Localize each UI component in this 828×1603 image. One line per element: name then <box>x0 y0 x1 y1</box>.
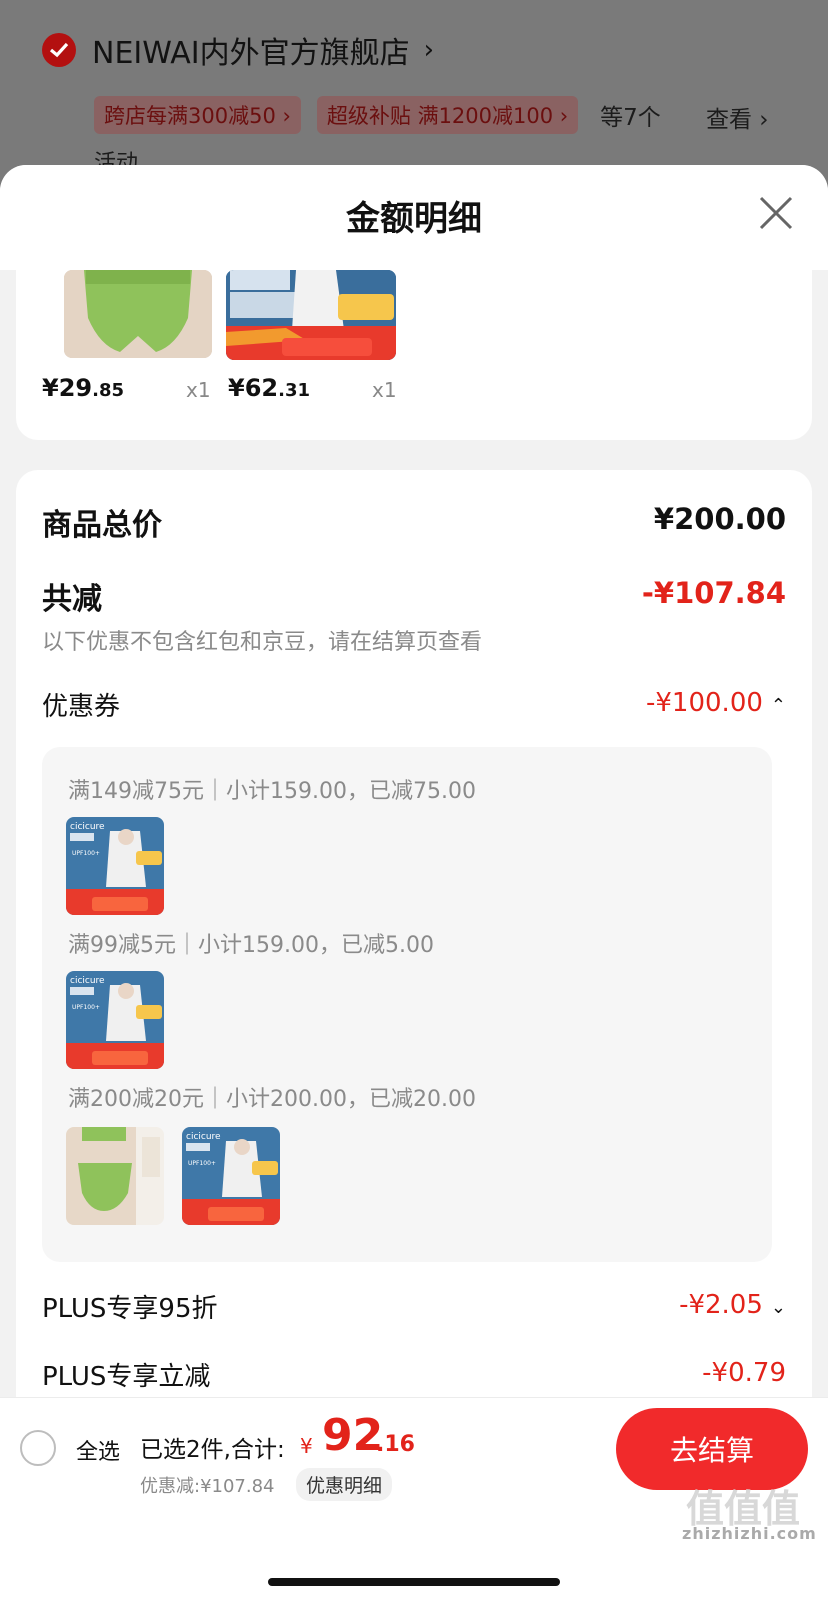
svg-text:UPF100+: UPF100+ <box>72 850 100 857</box>
svg-text:cicicure: cicicure <box>70 976 105 986</box>
promo-more: 等7个 <box>600 105 661 131</box>
checked-icon[interactable] <box>42 33 76 67</box>
coupon-line-3: 满200减20元｜小计200.00，已减20.00 <box>68 1087 476 1112</box>
sheet-title: 金额明细 <box>346 199 482 239</box>
promo-tag-cross-store[interactable]: 跨店每满300减50 › <box>94 96 301 134</box>
svg-text:UPF100+: UPF100+ <box>188 1160 216 1167</box>
close-icon[interactable] <box>756 193 796 233</box>
store-name[interactable]: NEIWAI内外官方旗舰店 <box>92 28 410 72</box>
selected-summary: 已选2件,合计: <box>140 1437 285 1463</box>
product-card: ¥29.85 x1 ¥62.31 x1 <box>16 270 812 440</box>
coupon-thumb-underwear <box>66 1127 164 1225</box>
checkout-bar: 全选 已选2件,合计: ¥ 92 .16 优惠减:¥107.84 优惠明细 去结… <box>0 1397 828 1603</box>
promo-row: 跨店每满300减50 › 超级补贴 满1200减100 › 等7个 查看 › <box>94 96 794 134</box>
plus-off-label: PLUS专享立减 <box>42 1362 211 1392</box>
coupon-detail-box: 满149减75元｜小计159.00，已减75.00 cicicure UPF10… <box>42 747 772 1262</box>
coupon-line-1: 满149减75元｜小计159.00，已减75.00 <box>68 779 476 804</box>
product-qty-1: x1 <box>186 378 211 402</box>
product-price-1: ¥29.85 <box>42 374 124 402</box>
svg-text:UPF100+: UPF100+ <box>72 1004 100 1011</box>
coupon-line-2: 满99减5元｜小计159.00，已减5.00 <box>68 933 434 958</box>
plus-off-value: -¥0.79 <box>702 1358 786 1388</box>
svg-text:cicicure: cicicure <box>70 822 105 832</box>
total-amount-dec: .16 <box>376 1432 415 1457</box>
select-all-radio[interactable] <box>20 1430 56 1466</box>
total-reduce-value: -¥107.84 <box>641 576 786 610</box>
home-indicator[interactable] <box>268 1578 560 1586</box>
coupon-thumb-jacket-3: cicicure UPF100+ <box>182 1127 280 1225</box>
chevron-down-icon: ⌄ <box>770 1297 786 1318</box>
coupon-value[interactable]: -¥100.00 ⌃ <box>646 688 786 718</box>
coupon-thumb-jacket-1: cicicure UPF100+ <box>66 817 164 915</box>
product-thumb-underwear[interactable] <box>64 270 212 358</box>
total-price-value: ¥200.00 <box>653 502 786 536</box>
promo-tag-subsidy[interactable]: 超级补贴 满1200减100 › <box>316 96 579 134</box>
promo-view-link[interactable]: 查看 › <box>706 100 769 134</box>
amount-detail-sheet: 金额明细 ¥29.85 x1 ¥62.31 x1 商品总价 ¥200.00 共减… <box>0 165 828 1602</box>
discount-total: 优惠减:¥107.84 <box>140 1476 275 1497</box>
chevron-right-icon: › <box>423 35 435 65</box>
discount-note: 以下优惠不包含红包和京豆，请在结算页查看 <box>42 630 483 655</box>
price-summary-card: 商品总价 ¥200.00 共减 -¥107.84 以下优惠不包含红包和京豆，请在… <box>16 470 812 1470</box>
coupon-thumb-jacket-2: cicicure UPF100+ <box>66 971 164 1069</box>
sheet-header: 金额明细 <box>0 165 828 270</box>
product-thumb-sunscreen-jacket[interactable] <box>226 270 396 360</box>
store-header[interactable]: NEIWAI内外官方旗舰店 › <box>42 26 434 74</box>
select-all-label[interactable]: 全选 <box>76 1434 120 1466</box>
total-price-label: 商品总价 <box>42 508 162 543</box>
plus-95-value[interactable]: -¥2.05 ⌄ <box>679 1290 786 1320</box>
product-qty-2: x1 <box>372 378 397 402</box>
total-reduce-label: 共减 <box>42 582 102 617</box>
coupon-label: 优惠券 <box>42 692 121 722</box>
svg-text:cicicure: cicicure <box>186 1132 221 1142</box>
product-price-2: ¥62.31 <box>228 374 310 402</box>
total-yen-symbol: ¥ <box>300 1434 313 1458</box>
total-amount-int: 92 <box>322 1410 384 1461</box>
plus-95-label: PLUS专享95折 <box>42 1294 218 1324</box>
discount-detail-button[interactable]: 优惠明细 <box>296 1468 393 1501</box>
watermark-site: zhizhizhi.com <box>682 1524 817 1543</box>
chevron-up-icon: ⌃ <box>770 695 786 716</box>
